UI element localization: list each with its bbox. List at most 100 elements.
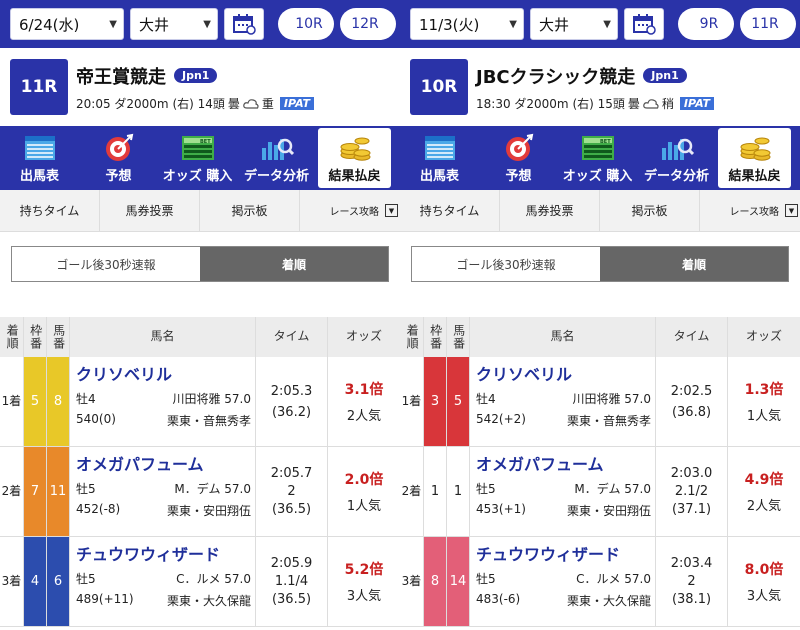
grade-badge: Jpn1 (643, 68, 687, 83)
horse-name[interactable]: チュウワウィザード (476, 541, 651, 565)
next-race-button[interactable]: 11R (740, 8, 796, 40)
table-body: 1着 5 8 クリソベリル 牡4 川田将雅 57.0 540(0) 栗東・音無秀孝 … (0, 357, 400, 627)
segment-finish-order[interactable]: 着順 (200, 247, 388, 281)
result-table: 着順 枠番 馬番 馬名 タイム オッズ 1着 5 8 クリソベリル 牡4 川田将雅… (0, 317, 400, 627)
ban-value: 6 (53, 574, 63, 589)
subtab-board[interactable]: 掲示板 (200, 190, 300, 231)
next-race-button[interactable]: 12R (340, 8, 396, 40)
race-number: 10R (410, 59, 468, 115)
prev-race-button[interactable]: 10R (278, 8, 334, 40)
menu-results-payout[interactable]: 結果払戻 (318, 128, 391, 188)
subtab-best-time[interactable]: 持ちタイム (0, 190, 100, 231)
menu-entries[interactable]: 出馬表 (0, 128, 79, 188)
waku-cell: 1 (424, 447, 447, 536)
table-row[interactable]: 2着 1 1 オメガパフューム 牡5 M．デム 57.0 453(+1) 栗東・安田… (400, 447, 800, 537)
coins-icon (740, 137, 770, 161)
horse-name[interactable]: クリソベリル (76, 361, 251, 385)
horse-cell: チュウワウィザード 牡5 C．ルメ 57.0 489(+11) 栗東・大久保龍 (70, 537, 256, 626)
table-row[interactable]: 3着 8 14 チュウワウィザード 牡5 C．ルメ 57.0 483(-6) 栗東・… (400, 537, 800, 627)
menu-prediction[interactable]: 予想 (79, 128, 158, 188)
horse-name[interactable]: オメガパフューム (476, 451, 651, 475)
prev-race-label: 10R (295, 16, 323, 32)
horse-cell: クリソベリル 牡4 川田将雅 57.0 540(0) 栗東・音無秀孝 (70, 357, 256, 446)
header-name: 馬名 (470, 317, 656, 357)
trainer: 栗東・安田翔伍 (566, 504, 651, 518)
horse-name[interactable]: クリソベリル (476, 361, 651, 385)
time-cell: 2:05.3 (36.2) (256, 357, 328, 446)
segment-flash-report[interactable]: ゴール後30秒速報 (12, 247, 200, 281)
venue-select[interactable]: 大井 ▼ (530, 8, 618, 40)
menu-results-payout-label: 結果払戻 (728, 168, 781, 184)
header-ban: 馬番 (51, 324, 66, 350)
date-select[interactable]: 6/24(水) ▼ (10, 8, 124, 40)
popularity: 3人気 (746, 589, 782, 604)
sex-age: 牡5 (476, 482, 496, 496)
horse-weight: 489(+11) (76, 592, 134, 606)
time-cell: 2:02.5 (36.8) (656, 357, 728, 446)
popularity: 1人気 (746, 409, 782, 424)
coins-icon (340, 137, 370, 161)
menu-odds-purchase[interactable]: BET オッズ 購入 (558, 128, 637, 188)
table-row[interactable]: 2着 7 11 オメガパフューム 牡5 M．デム 57.0 452(-8) 栗東・安… (0, 447, 400, 537)
segment-finish-order[interactable]: 着順 (600, 247, 788, 281)
race-menu: 出馬表 予想 BET オッズ 購入 データ分析 結果払戻 (400, 126, 800, 190)
horse-name[interactable]: オメガパフューム (76, 451, 251, 475)
ipat-badge[interactable]: IPAT (679, 96, 715, 110)
menu-data-analysis[interactable]: データ分析 (237, 128, 316, 188)
menu-results-payout[interactable]: 結果払戻 (718, 128, 791, 188)
sex-age: 牡5 (76, 482, 96, 496)
venue-select[interactable]: 大井 ▼ (130, 8, 218, 40)
odds-cell: 3.1倍 2人気 (328, 357, 400, 446)
header-odds: オッズ (345, 329, 382, 344)
menu-entries-label: 出馬表 (419, 168, 459, 184)
subtab-board[interactable]: 掲示板 (600, 190, 700, 231)
jockey-weight: C．ルメ 57.0 (576, 572, 651, 586)
menu-prediction[interactable]: 予想 (479, 128, 558, 188)
trainer: 栗東・大久保龍 (566, 594, 651, 608)
margin: 2 (287, 484, 296, 499)
race-menu: 出馬表 予想 BET オッズ 購入 データ分析 結果払戻 (0, 126, 400, 190)
rank-value: 2着 (401, 483, 422, 498)
ban-value: 1 (453, 484, 463, 499)
waku-value: 5 (30, 394, 40, 409)
waku-cell: 4 (24, 537, 47, 626)
table-row[interactable]: 1着 3 5 クリソベリル 牡4 川田将雅 57.0 542(+2) 栗東・音無秀孝… (400, 357, 800, 447)
chevron-down-icon: ▼ (203, 18, 211, 30)
odds-cell: 2.0倍 1人気 (328, 447, 400, 536)
date-select[interactable]: 11/3(火) ▼ (410, 8, 524, 40)
subtab-race-strategy[interactable]: レース攻略 ▼ (700, 190, 800, 231)
subtab-race-strategy[interactable]: レース攻略 ▼ (300, 190, 400, 231)
margin: 2.1/2 (674, 484, 709, 499)
menu-odds-purchase[interactable]: BET オッズ 購入 (158, 128, 237, 188)
header-time: タイム (656, 317, 728, 357)
header-name: 馬名 (70, 317, 256, 357)
jockey-weight: 川田将雅 57.0 (572, 392, 651, 406)
header-time: タイム (256, 317, 328, 357)
horse-name[interactable]: チュウワウィザード (76, 541, 251, 565)
last-3f: (36.2) (271, 404, 312, 420)
horse-weight: 540(0) (76, 412, 116, 426)
segment-flash-report[interactable]: ゴール後30秒速報 (412, 247, 600, 281)
waku-cell: 5 (24, 357, 47, 446)
race-number: 11R (10, 59, 68, 115)
subtab-betting[interactable]: 馬券投票 (500, 190, 600, 231)
menu-data-analysis[interactable]: データ分析 (637, 128, 716, 188)
popularity: 2人気 (746, 499, 782, 514)
calendar-button[interactable] (624, 8, 664, 40)
rank-value: 3着 (1, 573, 22, 588)
time-cell: 2:03.4 2 (38.1) (656, 537, 728, 626)
race-name: JBCクラシック競走 (476, 66, 636, 88)
waku-value: 3 (430, 394, 440, 409)
prev-race-button[interactable]: 9R (678, 8, 734, 40)
menu-data-analysis-label: データ分析 (643, 168, 709, 184)
odds-cell: 1.3倍 1人気 (728, 357, 800, 446)
ipat-badge[interactable]: IPAT (279, 96, 315, 110)
subtab-betting[interactable]: 馬券投票 (100, 190, 200, 231)
table-row[interactable]: 1着 5 8 クリソベリル 牡4 川田将雅 57.0 540(0) 栗東・音無秀孝 … (0, 357, 400, 447)
ban-value: 8 (53, 394, 63, 409)
calendar-button[interactable] (224, 8, 264, 40)
subtab-best-time[interactable]: 持ちタイム (400, 190, 500, 231)
table-row[interactable]: 3着 4 6 チュウワウィザード 牡5 C．ルメ 57.0 489(+11) 栗東・… (0, 537, 400, 627)
menu-entries[interactable]: 出馬表 (400, 128, 479, 188)
jockey-weight: M．デム 57.0 (174, 482, 251, 496)
